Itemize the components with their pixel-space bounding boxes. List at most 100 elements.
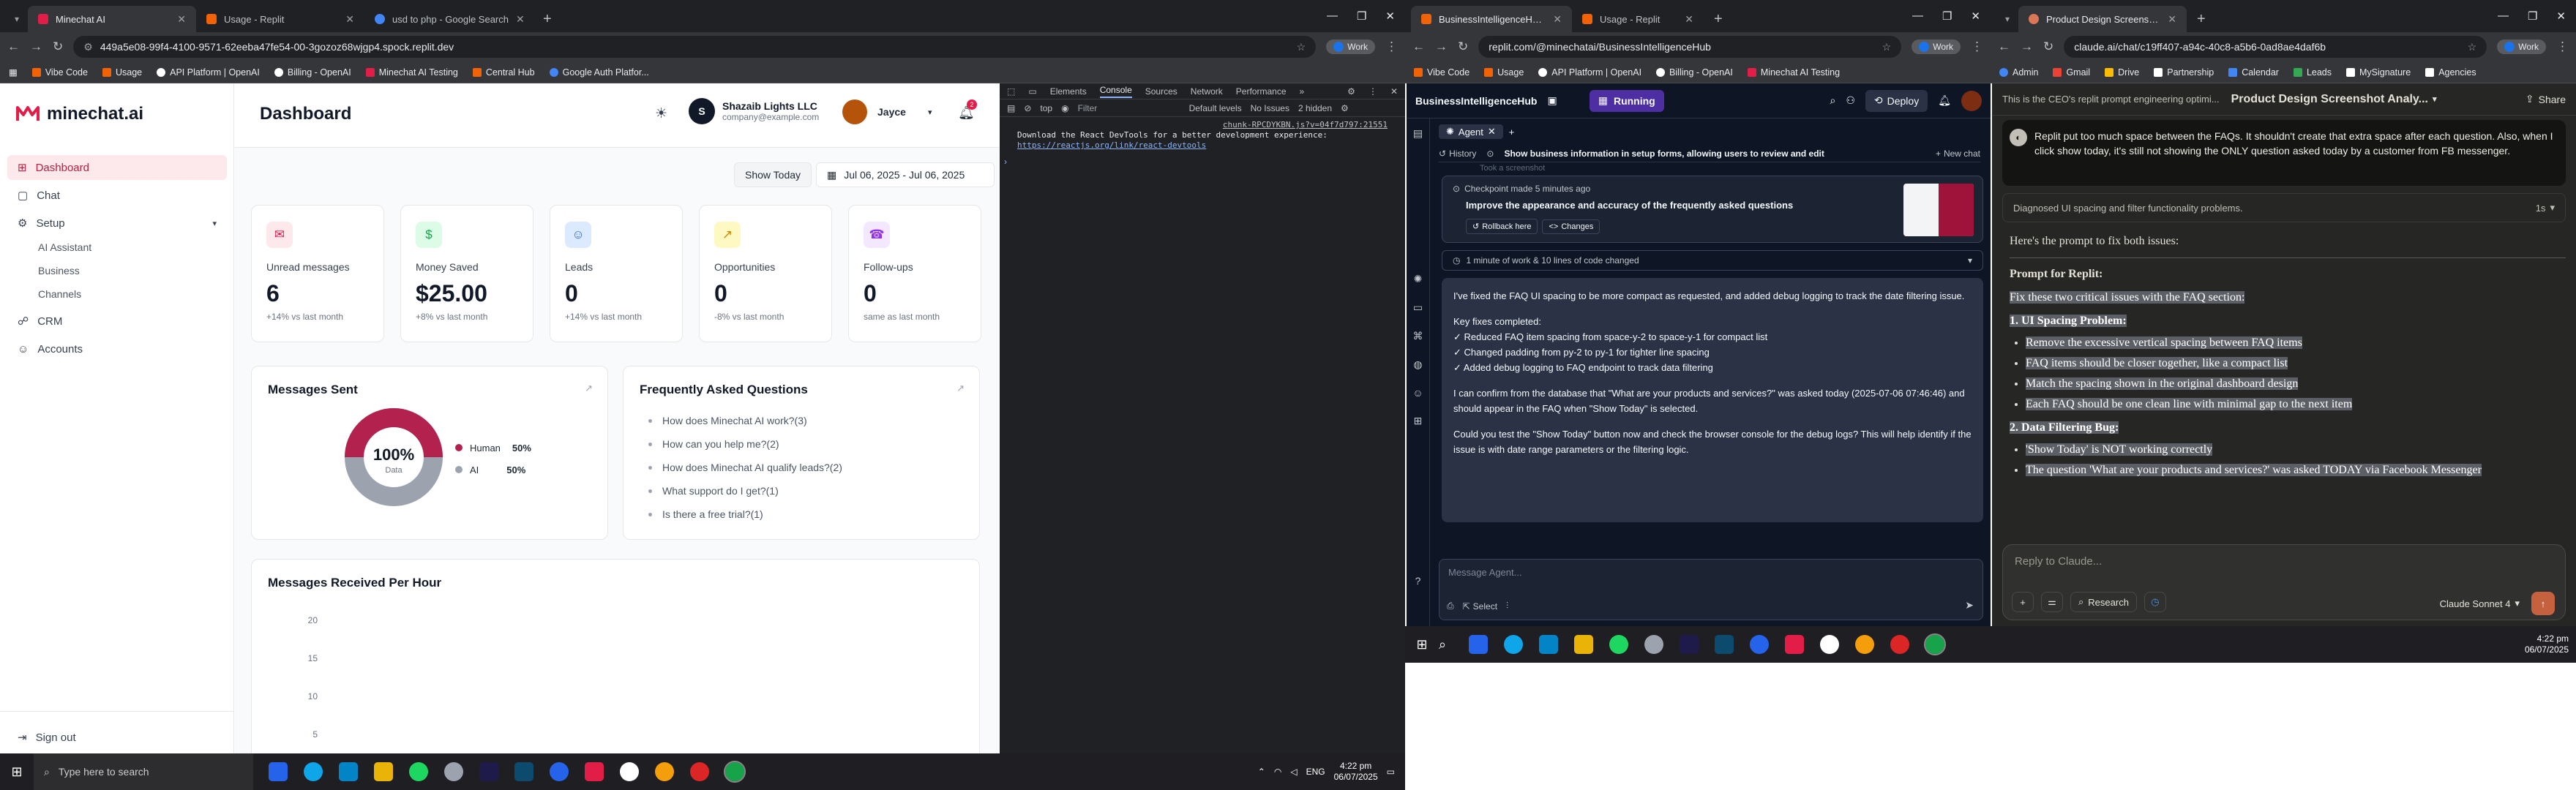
running-button[interactable]: ▦ Running [1589, 89, 1664, 112]
bookmark-item[interactable]: Billing - OpenAI [274, 67, 351, 78]
add-tab-icon[interactable]: + [1509, 127, 1515, 138]
menu-dots-icon[interactable]: ⋮ [2556, 40, 2569, 54]
thread-title[interactable]: Show business information in setup forms… [1504, 148, 1824, 159]
close-tab-icon[interactable]: ✕ [1685, 13, 1693, 26]
avatar[interactable] [1961, 90, 1982, 111]
inspect-icon[interactable]: ⬚ [1007, 86, 1015, 97]
premiere-icon[interactable] [1680, 635, 1699, 654]
faq-item[interactable]: How can you help me?(2) [648, 432, 842, 456]
close-icon[interactable]: ✕ [1488, 126, 1496, 138]
invite-icon[interactable]: ⚇ [1846, 94, 1855, 107]
restore-icon[interactable]: ❐ [2528, 10, 2537, 23]
bookmark-item[interactable]: Billing - OpenAI [1656, 67, 1733, 78]
console-icon[interactable]: ▭ [1413, 301, 1423, 314]
profile-work-pill[interactable]: Work [1912, 40, 1961, 54]
new-chat-button[interactable]: + New chat [1936, 148, 1980, 159]
add-attachment-icon[interactable]: + [2012, 592, 2034, 612]
bookmark-item[interactable]: Drive [2105, 67, 2139, 78]
address-bar[interactable]: replit.com/@minechatai/BusinessIntellige… [1478, 36, 1902, 58]
layout-icon[interactable]: ▣ [1547, 94, 1557, 107]
minimize-icon[interactable]: — [1912, 10, 1923, 23]
address-bar[interactable]: ⚙ 449a5e08-99f4-4100-9571-62eeba47fe54-00… [73, 36, 1317, 58]
nav-ai-assistant[interactable]: AI Assistant [0, 236, 234, 259]
reload-icon[interactable]: ↻ [53, 40, 63, 54]
restore-icon[interactable]: ❐ [1942, 10, 1952, 23]
reply-input[interactable]: Reply to Claude... [2015, 555, 2102, 568]
forward-icon[interactable]: → [1435, 40, 1448, 54]
windows-start-icon[interactable]: ⊞ [1405, 626, 1439, 663]
date-range-picker[interactable]: ▦ Jul 06, 2025 - Jul 06, 2025 [816, 162, 995, 187]
bookmark-item[interactable]: Usage [1484, 67, 1524, 78]
deploy-button[interactable]: ⟲ Deploy [1865, 89, 1928, 112]
minimize-icon[interactable]: — [1327, 10, 1338, 23]
close-window-icon[interactable]: ✕ [2556, 10, 2566, 23]
help-icon[interactable]: ? [1415, 575, 1421, 587]
app-icon[interactable] [1469, 635, 1488, 654]
close-tab-icon[interactable]: ✕ [1553, 13, 1562, 26]
menu-dots-icon[interactable]: ⋮ [1385, 40, 1398, 54]
tools-icon[interactable]: ⊞ [1414, 415, 1423, 427]
reload-icon[interactable]: ↻ [1458, 40, 1468, 54]
bookmark-item[interactable]: Admin [1999, 67, 2038, 78]
profile-work-pill[interactable]: Work [1326, 40, 1375, 54]
tab-google-search[interactable]: usd to php - Google Search ✕ [364, 6, 533, 32]
zoom-icon[interactable] [550, 762, 569, 781]
forward-icon[interactable]: → [2021, 40, 2033, 54]
more-tabs-icon[interactable]: » [1300, 86, 1305, 97]
devtools-tab-elements[interactable]: Elements [1050, 86, 1087, 97]
settings-icon[interactable]: ⫶ [1506, 601, 1508, 612]
tab-claude[interactable]: Product Design Screenshot Anal... ✕ [2018, 6, 2187, 32]
history-button[interactable]: ↺ History [1439, 148, 1476, 159]
eye-icon[interactable]: ◉ [1061, 103, 1068, 113]
app-icon[interactable] [1785, 635, 1804, 654]
sign-out-button[interactable]: ⇥ Sign out [7, 725, 227, 750]
clock[interactable]: 4:22 pm 06/07/2025 [1334, 761, 1378, 783]
extended-thinking-icon[interactable]: ◷ [2143, 592, 2166, 612]
photoshop-icon[interactable] [1715, 635, 1734, 654]
devtools-tab-console[interactable]: Console [1099, 85, 1132, 98]
reload-icon[interactable]: ↻ [2043, 40, 2053, 54]
new-tab-button[interactable]: + [533, 6, 562, 32]
back-icon[interactable]: ← [1998, 40, 2010, 54]
nav-dashboard[interactable]: ⊞ Dashboard [7, 155, 227, 180]
bookmark-star-icon[interactable]: ☆ [1882, 41, 1892, 53]
select-button[interactable]: ⇱ Select [1463, 601, 1497, 612]
agent-message-input[interactable]: Message Agent... [1448, 567, 1521, 578]
app-icon[interactable] [269, 762, 288, 781]
project-breadcrumb[interactable]: This is the CEO's replit prompt engineer… [2002, 94, 2220, 105]
faq-item[interactable]: What support do I get?(1) [648, 479, 842, 503]
tab-minechat[interactable]: Minechat AI ✕ [28, 6, 196, 32]
device-icon[interactable]: ▭ [1028, 86, 1036, 97]
agent-tab[interactable]: ✺ Agent ✕ [1439, 124, 1503, 139]
external-link-icon[interactable]: ↗ [956, 383, 965, 394]
chat-title-button[interactable]: Product Design Screenshot Analy... ▾ [2231, 93, 2437, 106]
bookmark-star-icon[interactable]: ☆ [2468, 41, 2477, 53]
checkpoint-screenshot-thumbnail[interactable] [1903, 184, 1974, 236]
premiere-icon[interactable] [479, 762, 498, 781]
app-icon[interactable] [1644, 635, 1663, 654]
console-settings-icon[interactable]: ⚙ [1341, 103, 1349, 113]
zoom-icon[interactable] [1750, 635, 1769, 654]
agent-icon[interactable]: ✺ [1414, 273, 1423, 285]
wifi-icon[interactable]: ◠ [1274, 767, 1281, 777]
spotify-icon[interactable] [1609, 635, 1628, 654]
language-indicator[interactable]: ENG [1306, 767, 1325, 777]
notification-icon[interactable]: ▭ [1387, 767, 1395, 777]
console-source-link[interactable]: chunk-RPCDYKBN.js?v=04f7d797:21551 [1017, 120, 1388, 130]
sidebar-toggle-icon[interactable]: ▤ [1007, 103, 1015, 113]
edge-icon[interactable] [304, 762, 323, 781]
app-icon[interactable] [620, 762, 639, 781]
apps-grid-icon[interactable]: ▦ [9, 67, 18, 78]
bookmark-item[interactable]: Gmail [2053, 67, 2090, 78]
bookmark-item[interactable]: Usage [102, 67, 142, 78]
show-today-button[interactable]: Show Today [734, 162, 812, 187]
taskbar-search[interactable]: ⌕ Type here to search [34, 753, 253, 790]
back-icon[interactable]: ← [7, 40, 20, 54]
chrome-icon[interactable] [724, 761, 746, 783]
photoshop-icon[interactable] [514, 762, 533, 781]
windows-start-icon[interactable]: ⊞ [0, 753, 34, 790]
devtools-tab-performance[interactable]: Performance [1236, 86, 1287, 97]
close-icon[interactable]: ✕ [1390, 86, 1398, 97]
edge-icon[interactable] [1504, 635, 1523, 654]
theme-toggle-icon[interactable]: ☀ [655, 105, 667, 122]
